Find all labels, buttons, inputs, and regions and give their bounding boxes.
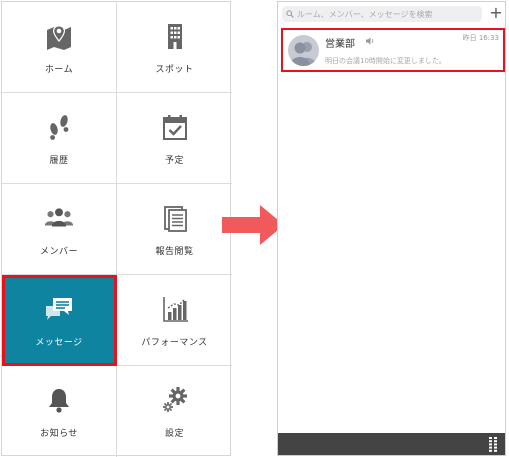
- search-icon: [286, 10, 294, 18]
- chat-timestamp: 昨日 16:33: [462, 34, 499, 42]
- avatar: [288, 35, 319, 66]
- building-icon: [159, 20, 191, 52]
- search-input[interactable]: ルーム、メンバー、メッセージを検索: [282, 6, 482, 22]
- menu-tile-notices[interactable]: お知らせ: [2, 366, 117, 457]
- bar-chart-icon: [159, 293, 191, 325]
- menu-tile-settings[interactable]: 設定: [117, 366, 232, 457]
- speaker-icon: [366, 37, 374, 45]
- group-icon: [43, 202, 75, 234]
- menu-tile-home[interactable]: ホーム: [2, 2, 117, 93]
- add-button[interactable]: +: [489, 5, 503, 21]
- chat-room-name: 営業部: [325, 39, 355, 50]
- chat-last-message: 明日の会議10時開始に変更しました。: [325, 57, 446, 65]
- menu-tile-label: メンバー: [39, 246, 78, 257]
- menu-tile-label: お知らせ: [40, 429, 78, 439]
- menu-tile-label: 履歴: [49, 155, 69, 166]
- menu-tile-label: 報告閲覧: [155, 246, 194, 257]
- bell-icon: [43, 384, 75, 416]
- phone-screen: ルーム、メンバー、メッセージを検索 + 営業部 昨日 16:33 明日の会議10…: [277, 1, 506, 456]
- search-placeholder: ルーム、メンバー、メッセージを検索: [297, 9, 433, 19]
- menu-tile-label: スポット: [155, 64, 194, 75]
- document-icon: [159, 202, 191, 234]
- map-pin-icon: [43, 20, 75, 52]
- search-bar: ルーム、メンバー、メッセージを検索 +: [278, 2, 505, 26]
- chat-bubbles-icon: [43, 293, 75, 325]
- menu-icon[interactable]: [489, 437, 497, 452]
- menu-tile-label: 予定: [164, 155, 184, 166]
- chat-room-item[interactable]: 営業部 昨日 16:33 明日の会議10時開始に変更しました。: [281, 28, 505, 72]
- main-menu-grid: ホーム スポット 履歴 予定 メンバー 報告閲覧 メッセージ パフォーマンス お…: [1, 1, 232, 457]
- menu-tile-schedule[interactable]: 予定: [117, 93, 232, 184]
- menu-tile-members[interactable]: メンバー: [2, 184, 117, 275]
- menu-tile-label: メッセージ: [35, 337, 83, 348]
- gears-icon: [159, 384, 191, 416]
- menu-tile-spot[interactable]: スポット: [117, 2, 232, 93]
- footprints-icon: [43, 111, 75, 143]
- menu-tile-label: 設定: [164, 429, 184, 439]
- menu-tile-messages[interactable]: メッセージ: [2, 275, 117, 366]
- bottom-toolbar: [278, 433, 505, 455]
- menu-tile-performance[interactable]: パフォーマンス: [117, 275, 232, 366]
- calendar-check-icon: [159, 111, 191, 143]
- menu-tile-label: パフォーマンス: [141, 337, 208, 348]
- menu-tile-label: ホーム: [44, 64, 74, 75]
- menu-tile-history[interactable]: 履歴: [2, 93, 117, 184]
- menu-tile-reports[interactable]: 報告閲覧: [117, 184, 232, 275]
